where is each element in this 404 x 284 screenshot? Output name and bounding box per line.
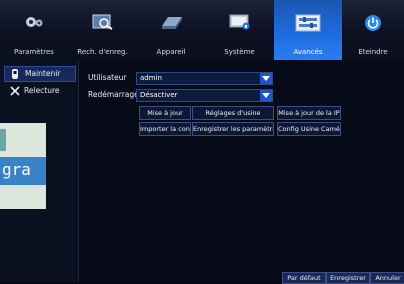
chevron-down-icon bbox=[262, 93, 270, 98]
chevron-down-icon bbox=[262, 76, 270, 81]
user-select[interactable]: admin bbox=[136, 72, 273, 85]
cancel-button[interactable]: Annuler bbox=[370, 272, 404, 284]
update-button[interactable]: Mise à jour bbox=[139, 106, 191, 120]
camera-factory-config-button[interactable]: Config Usine Caméra bbox=[277, 122, 341, 136]
default-button[interactable]: Par défaut bbox=[282, 272, 326, 284]
window-edge bbox=[0, 129, 6, 151]
user-label: Utilisateur bbox=[88, 73, 127, 82]
system-monitor-icon bbox=[229, 14, 251, 32]
search-record-icon bbox=[92, 14, 114, 32]
tab-appareil[interactable]: Appareil bbox=[137, 0, 205, 60]
tools-icon bbox=[10, 86, 20, 96]
power-icon bbox=[364, 14, 382, 34]
tab-label: Rech. d'enreg. bbox=[77, 48, 128, 56]
hard-disk-icon bbox=[158, 14, 184, 32]
fragment-text: gra bbox=[2, 160, 31, 179]
reboot-select-value: Désactiver bbox=[140, 91, 178, 99]
save-button[interactable]: Enregistrer bbox=[326, 272, 370, 284]
maintain-icon bbox=[11, 69, 21, 79]
tab-label: Appareil bbox=[156, 48, 186, 56]
reboot-label: Redémarrage bbox=[88, 90, 139, 99]
factory-settings-button[interactable]: Réglages d'usine bbox=[192, 106, 274, 120]
tab-label: Avancés bbox=[293, 48, 323, 56]
tab-systeme[interactable]: Système bbox=[205, 0, 274, 60]
tab-eteindre[interactable]: Eteindre bbox=[342, 0, 404, 60]
user-select-value: admin bbox=[140, 74, 162, 82]
save-parameters-button[interactable]: Enregistrer les paramètres bbox=[192, 122, 274, 136]
sidebar-item-maintenir[interactable]: Maintenir bbox=[4, 66, 76, 82]
tab-label: Paramètres bbox=[14, 48, 54, 56]
user-select-dropdown[interactable] bbox=[260, 73, 272, 84]
sidebar-item-label: Relecture bbox=[24, 86, 60, 95]
top-navigation-bar: Paramètres Rech. d'enreg. Appareil Systè… bbox=[0, 0, 404, 61]
sidebar-item-label: Maintenir bbox=[25, 69, 61, 78]
advanced-icon bbox=[295, 14, 321, 34]
tab-label: Eteindre bbox=[358, 48, 388, 56]
tab-rech-enreg[interactable]: Rech. d'enreg. bbox=[68, 0, 137, 60]
reboot-select-dropdown[interactable] bbox=[260, 90, 272, 101]
import-config-button[interactable]: Importer la config bbox=[139, 122, 191, 136]
tab-avances[interactable]: Avancés bbox=[274, 0, 342, 60]
highlighted-text-block: gra bbox=[0, 157, 46, 185]
tab-label: Système bbox=[224, 48, 255, 56]
tab-parametres[interactable]: Paramètres bbox=[0, 0, 68, 60]
camera-settings-icon bbox=[23, 14, 45, 32]
ip-update-button[interactable]: Mise à jour de la IP bbox=[277, 106, 341, 120]
sidebar-item-relecture[interactable]: Relecture bbox=[4, 84, 74, 98]
reboot-select[interactable]: Désactiver bbox=[136, 89, 273, 102]
background-window-fragment: gra bbox=[0, 123, 46, 209]
